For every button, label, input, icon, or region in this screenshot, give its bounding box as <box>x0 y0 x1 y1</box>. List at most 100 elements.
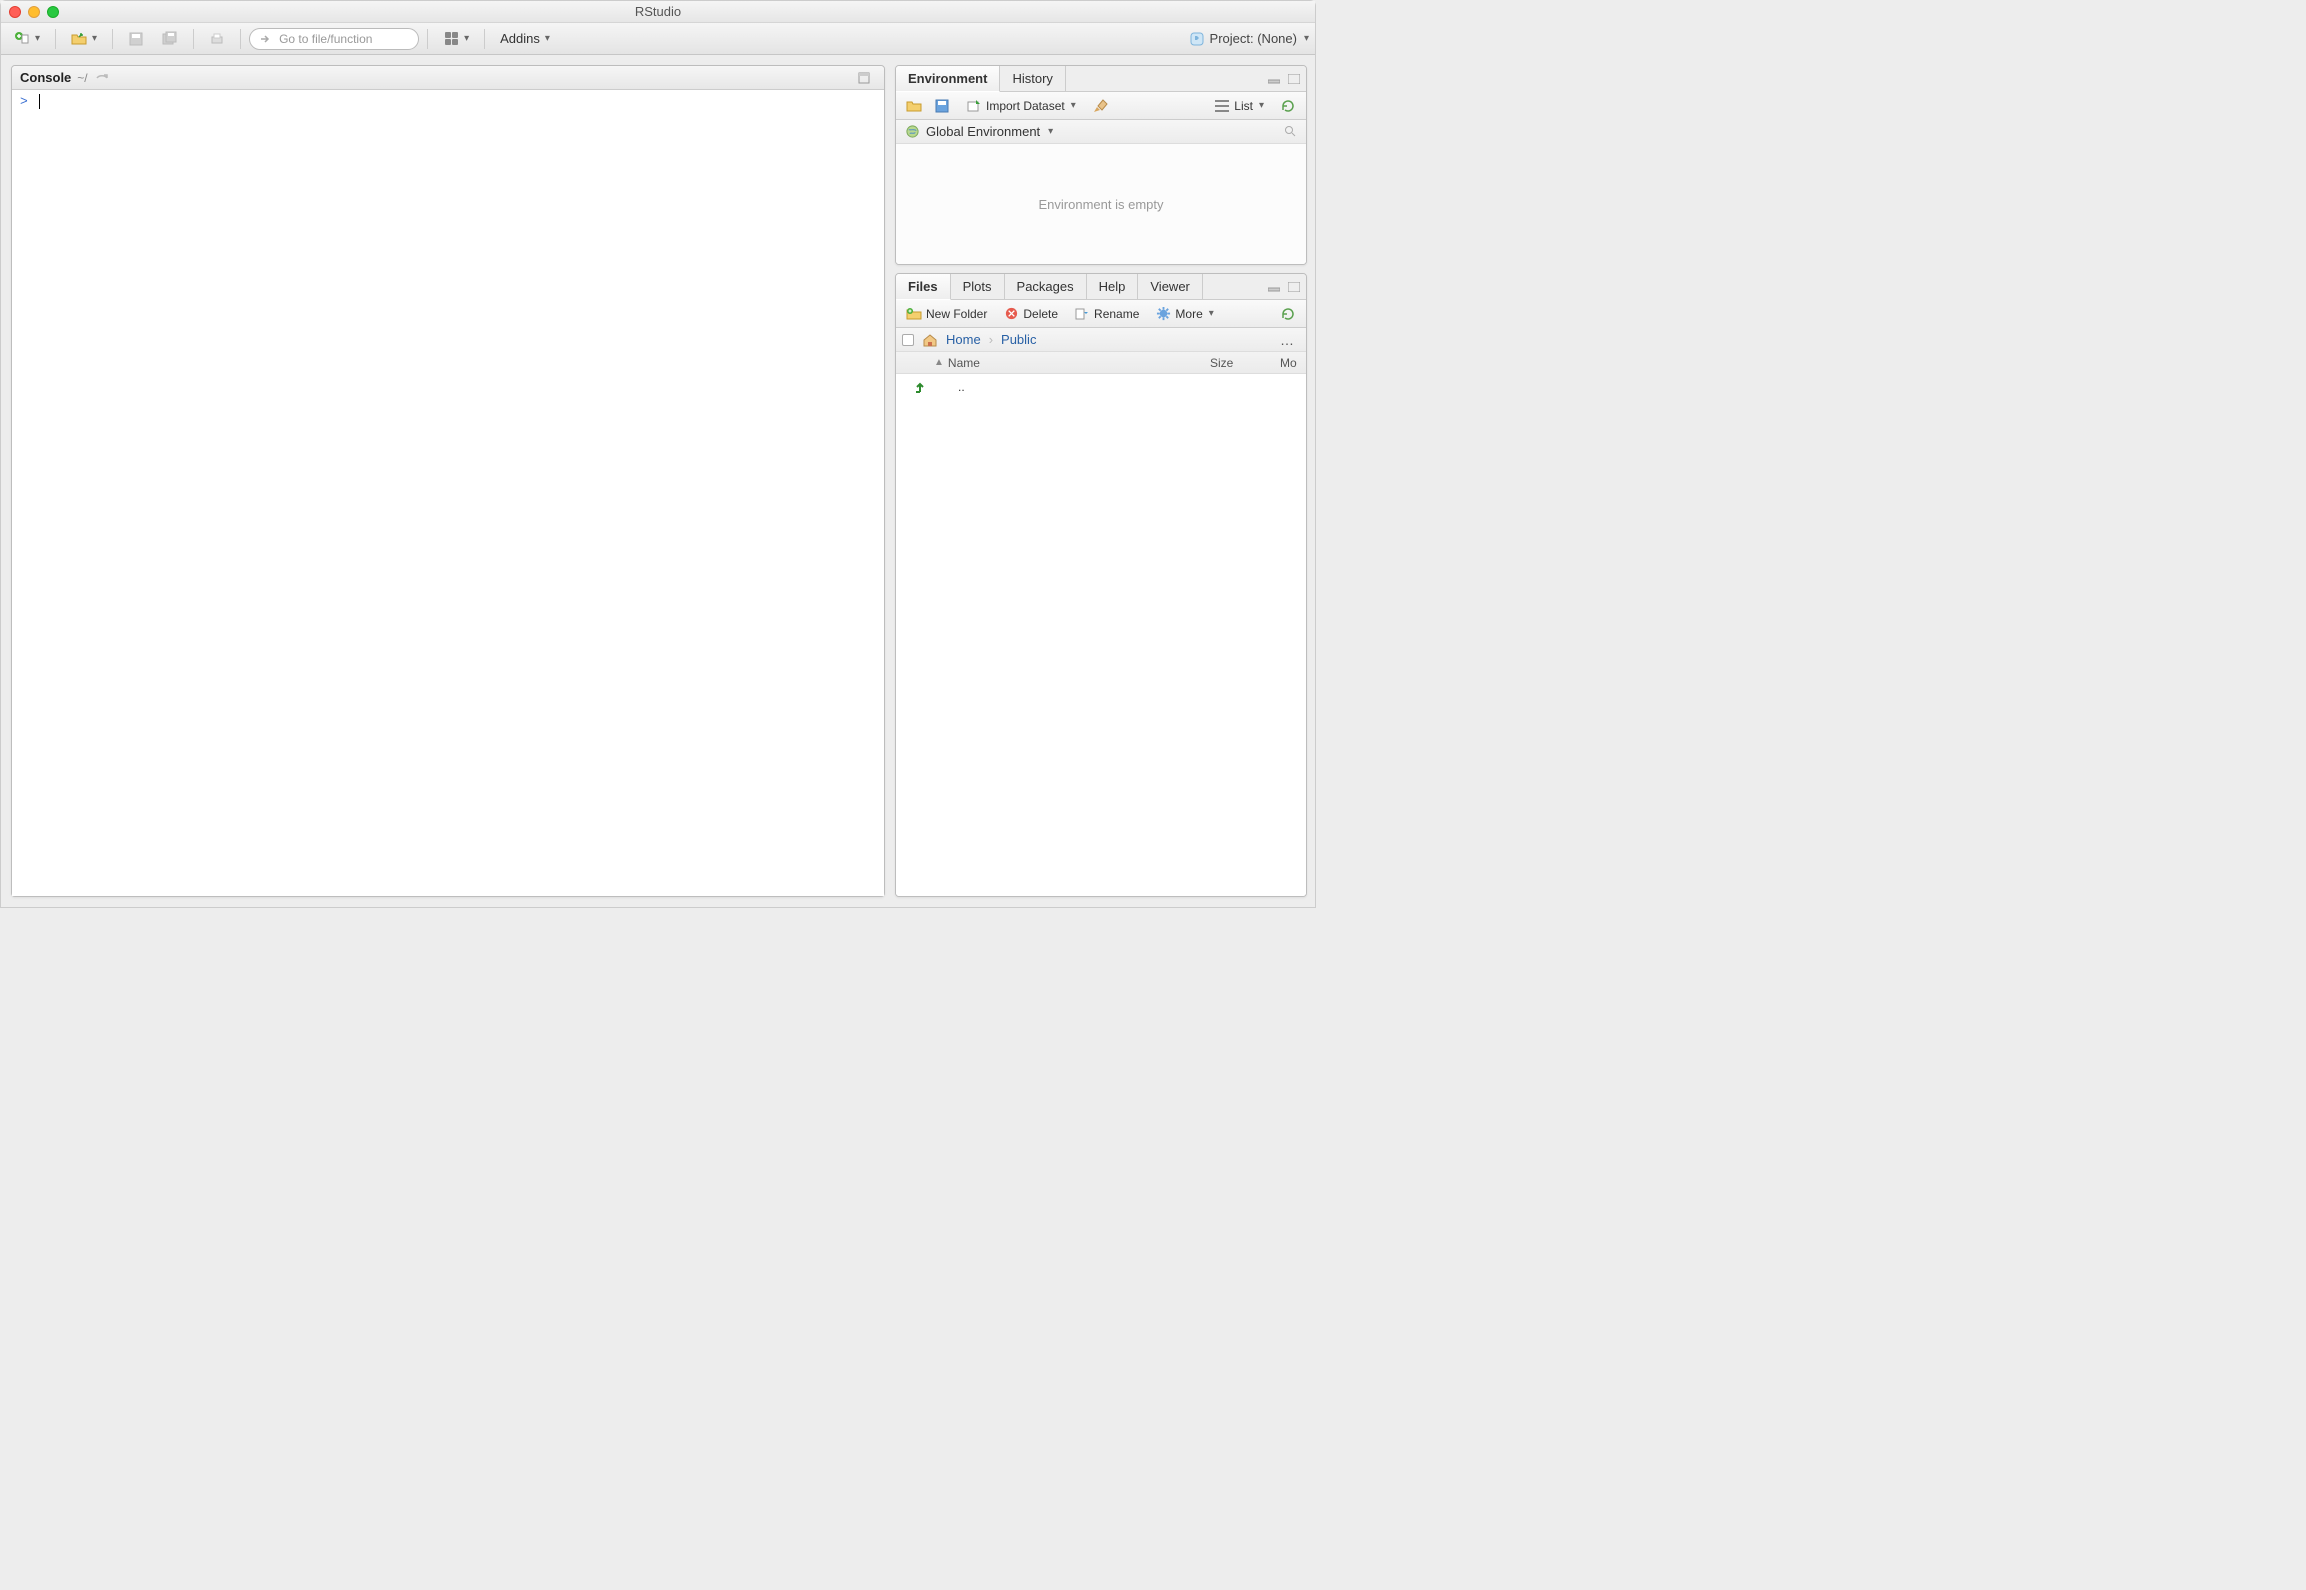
more-button[interactable]: More ▾ <box>1151 306 1217 322</box>
files-breadcrumb: Home › Public … <box>896 328 1306 352</box>
import-icon <box>966 98 982 114</box>
addins-button[interactable]: Addins ▾ <box>493 27 557 51</box>
goto-placeholder: Go to file/function <box>279 32 372 46</box>
maximize-pane-icon[interactable] <box>1286 279 1302 295</box>
chevron-right-icon: › <box>989 332 993 347</box>
titlebar: RStudio <box>1 1 1315 23</box>
breadcrumb-public[interactable]: Public <box>1001 332 1036 347</box>
tab-files[interactable]: Files <box>896 274 951 300</box>
console-body[interactable]: > <box>12 90 884 896</box>
env-scope-label[interactable]: Global Environment <box>926 124 1040 139</box>
rename-label: Rename <box>1094 307 1139 321</box>
popout-icon[interactable] <box>94 70 110 86</box>
delete-button[interactable]: Delete <box>999 306 1062 322</box>
import-dataset-button[interactable]: Import Dataset ▾ <box>962 98 1080 114</box>
env-tabs: Environment History <box>896 66 1306 92</box>
save-workspace-button[interactable] <box>930 98 954 114</box>
minimize-pane-icon[interactable] <box>1266 71 1282 87</box>
breadcrumb-home[interactable]: Home <box>946 332 981 347</box>
window-title: RStudio <box>635 4 681 19</box>
minimize-icon[interactable] <box>28 6 40 18</box>
grid-view-button[interactable]: ▾ <box>436 27 476 51</box>
import-dataset-label: Import Dataset <box>986 99 1065 113</box>
save-icon <box>128 31 144 47</box>
new-file-icon <box>14 31 30 47</box>
new-file-button[interactable]: ▾ <box>7 27 47 51</box>
new-folder-icon <box>906 306 922 322</box>
breadcrumb-overflow-icon[interactable]: … <box>1280 332 1300 348</box>
up-dir-label: .. <box>936 380 965 394</box>
select-all-checkbox[interactable] <box>902 334 914 346</box>
env-empty-text: Environment is empty <box>1039 197 1164 212</box>
env-search-input[interactable] <box>1282 123 1298 140</box>
addins-label: Addins <box>500 31 540 46</box>
console-path: ~/ <box>77 71 87 85</box>
new-folder-button[interactable]: New Folder <box>902 306 991 322</box>
print-button[interactable] <box>202 27 232 51</box>
print-icon <box>209 31 225 47</box>
file-list: .. <box>896 374 1306 896</box>
save-all-icon <box>162 31 178 47</box>
sort-asc-icon[interactable]: ▲ <box>934 357 944 368</box>
env-toolbar: Import Dataset ▾ List ▾ <box>896 92 1306 120</box>
col-modified-header[interactable]: Mo <box>1280 356 1306 370</box>
files-toolbar: New Folder Delete Rename M <box>896 300 1306 328</box>
tab-packages[interactable]: Packages <box>1005 274 1087 299</box>
globe-icon <box>904 124 920 140</box>
broom-icon <box>1092 98 1108 114</box>
open-file-button[interactable]: ▾ <box>64 27 104 51</box>
home-icon[interactable] <box>922 332 938 348</box>
gear-icon <box>1155 306 1171 322</box>
rename-icon <box>1074 306 1090 322</box>
tab-viewer[interactable]: Viewer <box>1138 274 1203 299</box>
close-icon[interactable] <box>9 6 21 18</box>
folder-open-icon <box>71 31 87 47</box>
tab-help[interactable]: Help <box>1087 274 1139 299</box>
environment-pane: Environment History <box>895 65 1307 265</box>
list-icon <box>1214 98 1230 114</box>
project-menu[interactable]: Project: (None) ▾ <box>1189 31 1309 47</box>
arrow-right-icon <box>258 31 274 47</box>
refresh-icon <box>1280 306 1296 322</box>
console-header: Console ~/ <box>12 66 884 90</box>
files-pane: Files Plots Packages Help Viewer New Fol… <box>895 273 1307 897</box>
new-folder-label: New Folder <box>926 307 987 321</box>
refresh-env-button[interactable] <box>1276 98 1300 114</box>
delete-icon <box>1003 306 1019 322</box>
console-prompt: > <box>20 94 28 109</box>
refresh-files-button[interactable] <box>1276 306 1300 322</box>
folder-open-icon <box>906 98 922 114</box>
col-size-header[interactable]: Size <box>1210 356 1280 370</box>
list-label: List <box>1234 99 1253 113</box>
more-label: More <box>1175 307 1202 321</box>
console-pane: Console ~/ > <box>11 65 885 897</box>
window-controls <box>9 6 59 18</box>
rename-button[interactable]: Rename <box>1070 306 1143 322</box>
goto-input[interactable]: Go to file/function <box>249 28 419 50</box>
tab-plots[interactable]: Plots <box>951 274 1005 299</box>
clear-workspace-button[interactable] <box>1088 98 1112 114</box>
list-view-button[interactable]: List ▾ <box>1210 98 1268 114</box>
project-icon <box>1189 31 1205 47</box>
tab-environment[interactable]: Environment <box>896 66 1000 92</box>
delete-label: Delete <box>1023 307 1058 321</box>
app-window: RStudio ▾ ▾ <box>0 0 1316 908</box>
project-label: Project: (None) <box>1210 31 1297 46</box>
cursor <box>39 94 40 109</box>
save-all-button[interactable] <box>155 27 185 51</box>
workspace: Console ~/ > Environmen <box>1 55 1315 907</box>
maximize-pane-icon[interactable] <box>1286 71 1302 87</box>
zoom-icon[interactable] <box>47 6 59 18</box>
search-icon <box>1282 123 1298 139</box>
up-arrow-icon <box>912 379 928 395</box>
maximize-icon[interactable] <box>856 70 872 86</box>
save-button[interactable] <box>121 27 151 51</box>
load-workspace-button[interactable] <box>902 98 926 114</box>
env-body: Environment is empty <box>896 144 1306 264</box>
tab-history[interactable]: History <box>1000 66 1065 91</box>
parent-dir-row[interactable]: .. <box>896 376 1306 398</box>
main-toolbar: ▾ ▾ Go to <box>1 23 1315 55</box>
col-name-header[interactable]: Name <box>948 356 980 370</box>
minimize-pane-icon[interactable] <box>1266 279 1282 295</box>
grid-icon <box>443 31 459 47</box>
